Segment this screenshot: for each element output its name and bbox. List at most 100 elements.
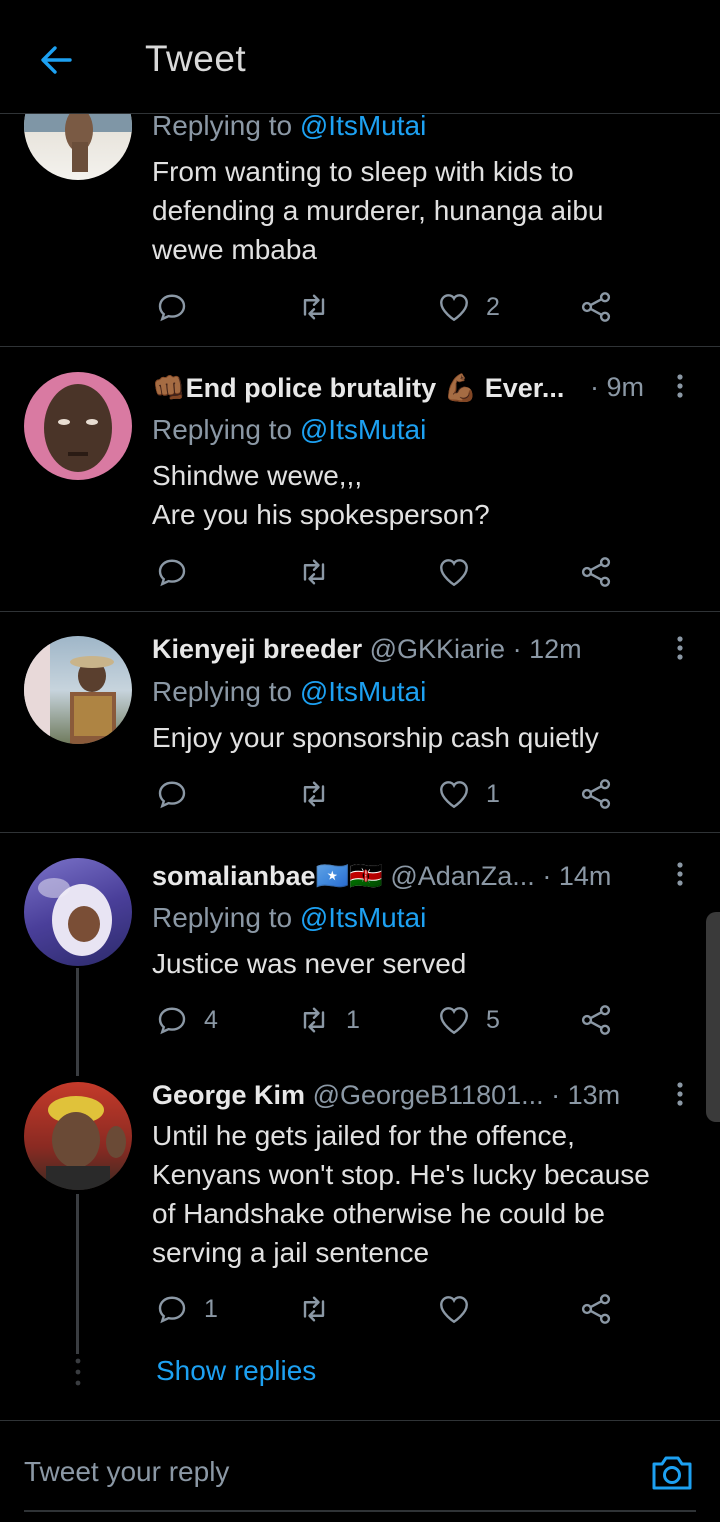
mention-link[interactable]: @ItsMutai [300, 902, 426, 933]
timestamp: · 9m [590, 372, 644, 402]
more-button[interactable] [670, 372, 690, 402]
page-title: Tweet [145, 38, 247, 79]
retweet-icon [303, 559, 325, 585]
avatar[interactable] [24, 1082, 132, 1190]
back-arrow-icon [41, 46, 72, 74]
like-count: 2 [486, 292, 500, 321]
tweet-actions: 1 [152, 1289, 622, 1329]
mention-link[interactable]: @ItsMutai [300, 414, 426, 445]
timestamp: · 12m [512, 634, 582, 664]
avatar[interactable] [24, 858, 132, 966]
replying-to: Replying to @ItsMutai [152, 414, 427, 445]
divider [0, 611, 720, 612]
tweet-header: 👊🏾End police brutality 💪🏾 Ever... [152, 372, 564, 404]
retweet-icon [303, 1296, 325, 1322]
reply-icon [158, 294, 186, 322]
like-button[interactable]: 5 [436, 1000, 500, 1040]
divider [0, 346, 720, 347]
share-icon [581, 557, 611, 587]
more-vertical-icon [677, 636, 683, 660]
avatar[interactable] [24, 636, 132, 744]
thread-line [76, 968, 79, 1076]
tweet-actions: 1 [152, 774, 622, 814]
show-replies-link[interactable]: Show replies [156, 1355, 316, 1387]
timestamp: · 14m [542, 861, 612, 891]
tweet-text: Until he gets jailed for the offence, Ke… [152, 1120, 650, 1268]
retweet-count: 1 [346, 1005, 360, 1034]
retweet-button[interactable]: 1 [296, 1000, 360, 1040]
share-icon [581, 1294, 611, 1324]
more-vertical-icon [677, 1082, 683, 1106]
reply-input-underline [24, 1510, 696, 1512]
more-button[interactable] [670, 860, 690, 890]
retweet-icon [303, 1007, 325, 1033]
mention-link[interactable]: @ItsMutai [300, 110, 426, 141]
retweet-button[interactable] [296, 1289, 332, 1329]
thread-dots-icon [75, 1358, 81, 1386]
replying-to: Replying to @ItsMutai [152, 902, 427, 933]
tweet-text: Shindwe wewe,,, Are you his spokesperson… [152, 460, 490, 530]
tweet-header: Kienyeji breeder @GKKiarie · 12m [152, 634, 582, 665]
like-count: 5 [486, 1005, 500, 1034]
reply-icon [158, 1007, 186, 1035]
like-button[interactable] [436, 552, 472, 592]
share-button[interactable] [578, 552, 614, 592]
timestamp: · 13m [551, 1080, 621, 1110]
share-icon [581, 779, 611, 809]
back-button[interactable] [36, 40, 76, 80]
user-handle[interactable]: @GeorgeB11801... [313, 1080, 544, 1110]
share-button[interactable] [578, 1000, 614, 1040]
tweet-actions: 4 1 5 [152, 1000, 622, 1040]
like-button[interactable] [436, 1289, 472, 1329]
like-button[interactable]: 2 [436, 287, 500, 327]
camera-icon [652, 1456, 692, 1490]
reply-button[interactable] [154, 552, 190, 592]
share-button[interactable] [578, 287, 614, 327]
like-icon [440, 781, 468, 809]
user-handle[interactable]: @AdanZa... [390, 861, 534, 891]
retweet-button[interactable] [296, 552, 332, 592]
reply-button[interactable]: 1 [154, 1289, 218, 1329]
tweet-header: George Kim @GeorgeB11801... · 13m [152, 1080, 620, 1111]
share-button[interactable] [578, 774, 614, 814]
reply-icon [158, 781, 186, 809]
retweet-icon [303, 294, 325, 320]
more-vertical-icon [677, 862, 683, 886]
avatar[interactable] [24, 372, 132, 480]
reply-input[interactable]: Tweet your reply [24, 1456, 229, 1488]
reply-count: 1 [204, 1294, 218, 1323]
replying-to: Replying to @ItsMutai [152, 110, 427, 141]
tweet-text: Enjoy your sponsorship cash quietly [152, 722, 599, 753]
reply-count: 4 [204, 1005, 218, 1034]
like-icon [440, 1007, 468, 1035]
retweet-button[interactable] [296, 774, 332, 814]
camera-button[interactable] [650, 1452, 694, 1494]
reply-button[interactable] [154, 774, 190, 814]
replying-to: Replying to @ItsMutai [152, 676, 427, 707]
reply-button[interactable]: 4 [154, 1000, 218, 1040]
like-icon [440, 294, 468, 322]
divider [0, 832, 720, 833]
like-button[interactable]: 1 [436, 774, 500, 814]
scrollbar-thumb[interactable] [706, 912, 720, 1122]
display-name[interactable]: somalianbae🇸🇴🇰🇪 [152, 861, 383, 891]
more-vertical-icon [677, 374, 683, 398]
thread-line [76, 1194, 79, 1354]
retweet-icon [303, 781, 325, 807]
tweet-actions: 2 [152, 287, 622, 327]
user-handle[interactable]: @GKKiarie [370, 634, 505, 664]
reply-icon [158, 559, 186, 587]
share-button[interactable] [578, 1289, 614, 1329]
display-name[interactable]: George Kim [152, 1080, 305, 1110]
display-name[interactable]: 👊🏾End police brutality 💪🏾 Ever... [152, 373, 564, 403]
share-icon [581, 1005, 611, 1035]
tweet-actions [152, 552, 622, 592]
mention-link[interactable]: @ItsMutai [300, 676, 426, 707]
more-button[interactable] [670, 634, 690, 664]
more-button[interactable] [670, 1080, 690, 1110]
tweet-text: Justice was never served [152, 948, 467, 979]
display-name[interactable]: Kienyeji breeder [152, 634, 362, 664]
reply-button[interactable] [154, 287, 204, 327]
like-icon [440, 1296, 468, 1324]
retweet-button[interactable] [296, 287, 346, 327]
